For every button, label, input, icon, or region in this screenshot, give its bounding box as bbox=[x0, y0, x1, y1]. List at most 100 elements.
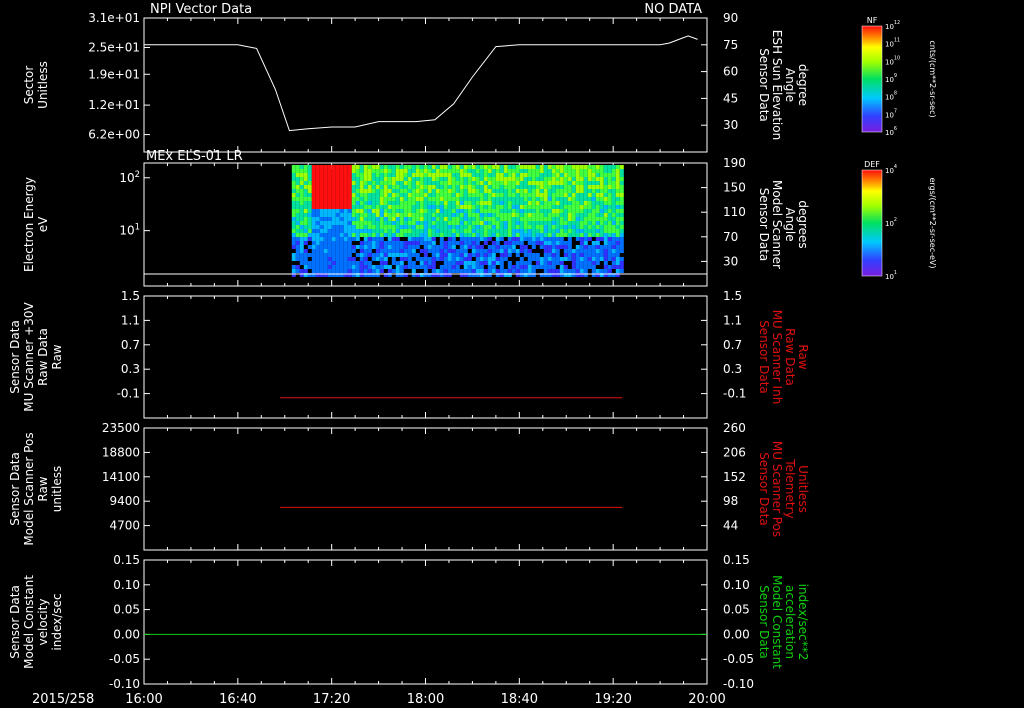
heatmap-cell bbox=[419, 265, 424, 269]
heatmap-cell bbox=[467, 241, 472, 245]
heatmap-cell bbox=[471, 221, 476, 225]
heatmap-cell bbox=[619, 189, 624, 193]
heatmap-cell bbox=[379, 209, 384, 213]
heatmap-cell bbox=[343, 253, 348, 257]
heatmap-cell bbox=[559, 189, 564, 193]
heatmap-cell bbox=[535, 253, 540, 257]
heatmap-cell bbox=[463, 197, 468, 201]
heatmap-cell bbox=[435, 173, 440, 177]
heatmap-cell bbox=[367, 261, 372, 265]
heatmap-cell bbox=[567, 197, 572, 201]
heatmap-cell bbox=[495, 233, 500, 237]
heatmap-cell bbox=[367, 165, 372, 169]
heatmap-cell bbox=[331, 201, 336, 205]
heatmap-cell bbox=[587, 249, 592, 253]
heatmap-cell bbox=[559, 201, 564, 205]
heatmap-cell bbox=[583, 197, 588, 201]
heatmap-cell bbox=[479, 213, 484, 217]
heatmap-cell bbox=[555, 165, 560, 169]
header-right-status: NO DATA bbox=[644, 2, 702, 17]
heatmap-cell bbox=[291, 253, 296, 257]
heatmap-cell bbox=[531, 165, 536, 169]
heatmap-cell bbox=[575, 189, 580, 193]
heatmap-cell bbox=[507, 201, 512, 205]
heatmap-cell bbox=[475, 265, 480, 269]
heatmap-cell bbox=[367, 269, 372, 273]
colorbar-tick-label: 1011 bbox=[885, 38, 900, 49]
heatmap-cell bbox=[323, 213, 328, 217]
heatmap-cell bbox=[351, 265, 356, 269]
heatmap-cell bbox=[507, 205, 512, 209]
heatmap-cell bbox=[359, 225, 364, 229]
heatmap-cell bbox=[507, 221, 512, 225]
heatmap-cell bbox=[319, 249, 324, 253]
heatmap-cell bbox=[455, 221, 460, 225]
heatmap-cell bbox=[579, 177, 584, 181]
heatmap-cell bbox=[343, 229, 348, 233]
y-tick-label-right: 60 bbox=[723, 65, 738, 79]
heatmap-cell bbox=[471, 201, 476, 205]
heatmap-cell bbox=[611, 241, 616, 245]
heatmap-cell bbox=[335, 221, 340, 225]
heatmap-cell bbox=[599, 165, 604, 169]
heatmap-cell bbox=[603, 185, 608, 189]
heatmap-cell bbox=[523, 245, 528, 249]
heatmap-cell bbox=[607, 269, 612, 273]
heatmap-cell bbox=[363, 221, 368, 225]
heatmap-cell bbox=[439, 177, 444, 181]
heatmap-cell bbox=[619, 269, 624, 273]
heatmap-cell bbox=[347, 237, 352, 241]
heatmap-cell bbox=[379, 221, 384, 225]
heatmap-cell bbox=[359, 189, 364, 193]
heatmap-cell bbox=[603, 177, 608, 181]
heatmap-cell bbox=[503, 241, 508, 245]
heatmap-cell bbox=[503, 169, 508, 173]
heatmap-cell bbox=[479, 217, 484, 221]
heatmap-cell bbox=[511, 233, 516, 237]
heatmap-cell bbox=[327, 249, 332, 253]
heatmap-cell bbox=[595, 193, 600, 197]
heatmap-cell bbox=[567, 193, 572, 197]
heatmap-cell bbox=[439, 185, 444, 189]
heatmap-cell bbox=[295, 189, 300, 193]
heatmap-cell bbox=[371, 169, 376, 173]
heatmap-cell bbox=[403, 221, 408, 225]
heatmap-cell bbox=[583, 193, 588, 197]
heatmap-cell bbox=[587, 177, 592, 181]
heatmap-cell bbox=[375, 193, 380, 197]
heatmap-cell bbox=[607, 221, 612, 225]
heatmap-cell bbox=[371, 253, 376, 257]
heatmap-cell bbox=[427, 197, 432, 201]
heatmap-cell bbox=[515, 201, 520, 205]
heatmap-cell bbox=[439, 265, 444, 269]
heatmap-cell bbox=[395, 229, 400, 233]
heatmap-cell bbox=[375, 217, 380, 221]
heatmap-cell bbox=[311, 205, 316, 209]
heatmap-cell bbox=[423, 173, 428, 177]
heatmap-cell bbox=[455, 177, 460, 181]
heatmap-cell bbox=[567, 189, 572, 193]
heatmap-cell bbox=[427, 193, 432, 197]
heatmap-cell bbox=[443, 201, 448, 205]
heatmap-cell bbox=[411, 177, 416, 181]
heatmap-cell bbox=[523, 169, 528, 173]
heatmap-cell bbox=[431, 221, 436, 225]
heatmap-cell bbox=[363, 245, 368, 249]
heatmap-cell bbox=[575, 221, 580, 225]
heatmap-cell bbox=[583, 269, 588, 273]
y-tick-label-right: 45 bbox=[723, 91, 738, 105]
heatmap-cell bbox=[527, 269, 532, 273]
heatmap-cell bbox=[363, 229, 368, 233]
heatmap-cell bbox=[595, 257, 600, 261]
heatmap-cell bbox=[351, 197, 356, 201]
heatmap-cell bbox=[387, 169, 392, 173]
heatmap-cell bbox=[431, 253, 436, 257]
heatmap-cell bbox=[575, 249, 580, 253]
heatmap-cell bbox=[483, 257, 488, 261]
y-tick-label-left: 6.2e+00 bbox=[88, 128, 140, 142]
heatmap-cell bbox=[347, 261, 352, 265]
heatmap-cell bbox=[307, 189, 312, 193]
heatmap-cell bbox=[415, 181, 420, 185]
heatmap-cell bbox=[315, 173, 320, 177]
heatmap-cell bbox=[615, 165, 620, 169]
